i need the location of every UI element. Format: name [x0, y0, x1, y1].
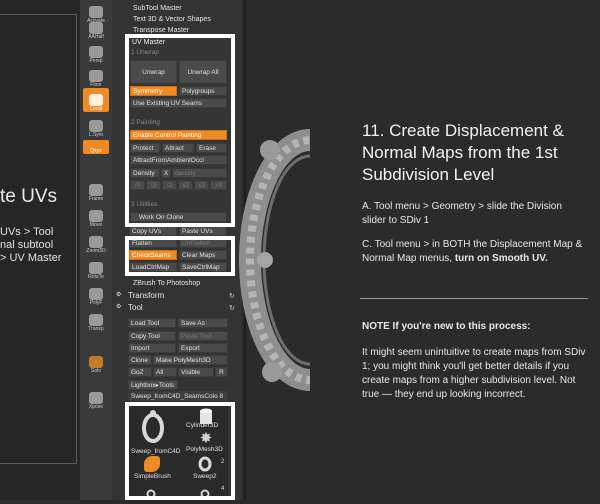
local-button[interactable]: Local: [83, 88, 109, 112]
polyf-button[interactable]: PolyF: [83, 282, 109, 306]
xpose-icon: [89, 392, 103, 404]
transp-button[interactable]: Transp: [83, 308, 109, 332]
xpose-button[interactable]: Xpose: [83, 386, 109, 410]
rotate-button[interactable]: RotaTe: [83, 256, 109, 280]
highlight-tool-thumbnails: [125, 402, 235, 500]
clone-button[interactable]: Clone: [128, 355, 152, 365]
aahalf-button[interactable]: AAHalf: [83, 16, 109, 40]
menu-subtool-master[interactable]: SubTool Master: [133, 5, 182, 12]
previous-slide-title: te UVs: [0, 186, 58, 207]
tool-icon: ⚙: [116, 304, 122, 310]
slide-step-c: C. Tool menu > in BOTH the Displacement …: [362, 238, 588, 266]
frame-icon: [89, 184, 103, 196]
goz-button[interactable]: GoZ: [128, 367, 152, 377]
slide-title: 11. Create Displacement & Normal Maps fr…: [362, 121, 564, 184]
persp-button[interactable]: Persp: [83, 40, 109, 64]
slide-step-a: A. Tool menu > Geometry > slide the Divi…: [362, 201, 562, 226]
move-icon: [89, 210, 103, 222]
zbrush-shelf: Activate AAHalf Persp Floor Local L.Sym …: [80, 0, 113, 500]
menu-zbrush-to-photoshop[interactable]: ZBrush To Photoshop: [133, 280, 200, 287]
solo-icon: [89, 356, 103, 368]
menu-transpose-master[interactable]: Transpose Master: [133, 27, 189, 34]
aahalf-icon: [89, 22, 103, 34]
previous-slide-line: UVs > Tool: [0, 226, 54, 238]
copy-tool-button[interactable]: Copy Tool: [128, 331, 176, 341]
move-button[interactable]: Move: [83, 204, 109, 228]
lightbox-tools-button[interactable]: Lightbox▸Tools: [128, 380, 178, 390]
tool-menu[interactable]: Tool: [128, 303, 143, 312]
import-button[interactable]: Import: [128, 343, 176, 353]
frame-button[interactable]: Frame: [83, 178, 109, 202]
copy-uvs-button[interactable]: Copy UVs: [129, 226, 177, 236]
polyf-icon: [89, 288, 103, 300]
transform-menu[interactable]: Transform: [128, 291, 164, 300]
zoom-icon: [89, 236, 103, 248]
lsym-button[interactable]: L.Sym: [83, 114, 109, 138]
floor-icon: [89, 70, 103, 82]
load-tool-button[interactable]: Load Tool: [128, 318, 176, 328]
local-icon: [89, 94, 103, 106]
lsym-icon: [89, 120, 103, 132]
previous-slide-line: nal subtool: [0, 239, 54, 251]
sculpt-frame-preview: [239, 129, 310, 391]
persp-icon: [89, 46, 103, 58]
solo-button[interactable]: Solo: [83, 350, 109, 374]
menu-text-3d-vector-shapes[interactable]: Text 3D & Vector Shapes: [133, 16, 211, 23]
transform-icon: ⚙: [116, 292, 122, 298]
previous-slide-line: > UV Master: [0, 252, 62, 264]
slide-separator: [360, 298, 588, 299]
slide-step-c-emphasis: turn on Smooth UV.: [454, 253, 548, 264]
floor-button[interactable]: Floor: [83, 64, 109, 88]
qxyz-button[interactable]: Qxyz: [83, 140, 109, 154]
slide-note-heading: NOTE If you're new to this process:: [362, 321, 531, 332]
slide-note-body: It might seem unintuitive to create maps…: [362, 347, 586, 400]
rotate-icon: [89, 262, 103, 274]
zoom3d-button[interactable]: Zoom3D: [83, 230, 109, 254]
goz-all-button[interactable]: All: [153, 367, 177, 377]
transp-icon: [89, 314, 103, 326]
goz-visible-button[interactable]: Visible: [178, 367, 214, 377]
